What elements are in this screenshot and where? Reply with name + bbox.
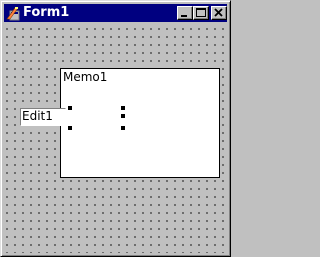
edit1-text: Edit1	[22, 109, 53, 123]
selection-handle-top-left[interactable]	[68, 106, 72, 110]
selection-handle-top-right[interactable]	[121, 106, 125, 110]
minimize-icon	[181, 15, 187, 17]
title-bar[interactable]: Form1	[4, 4, 227, 22]
memo1-text: Memo1	[63, 70, 108, 84]
window-title: Form1	[23, 5, 70, 20]
selection-handle-bottom-right[interactable]	[121, 126, 125, 130]
close-icon	[214, 8, 223, 17]
selection-handle-middle-right[interactable]	[121, 114, 125, 118]
maximize-button[interactable]	[193, 6, 209, 20]
selection-handle-bottom-left[interactable]	[68, 126, 72, 130]
form-window: Form1 Memo1 Edit1	[0, 0, 231, 257]
close-button[interactable]	[211, 6, 227, 20]
edit1-control[interactable]: Edit1	[20, 108, 66, 126]
memo1-control[interactable]: Memo1	[60, 68, 220, 178]
minimize-button[interactable]	[177, 6, 193, 20]
maximize-icon	[196, 8, 206, 17]
form-app-icon[interactable]	[6, 5, 22, 21]
form-design-surface[interactable]: Memo1 Edit1	[4, 24, 227, 253]
